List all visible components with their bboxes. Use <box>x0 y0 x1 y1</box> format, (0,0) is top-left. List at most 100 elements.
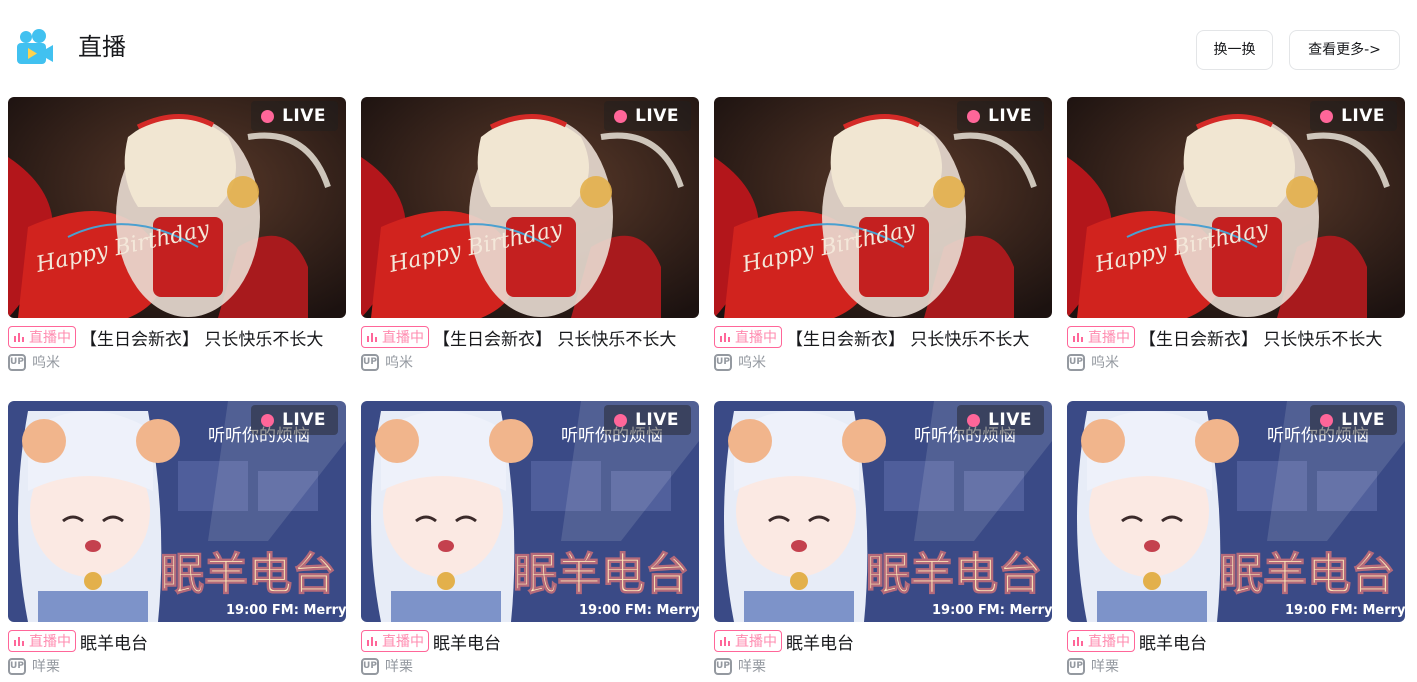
uploader-name[interactable]: 呜米 <box>1091 352 1119 372</box>
live-card[interactable]: Happy Birthday LIVE 直播中 【生日会新衣】 只长快乐不长大 UP 呜… <box>361 97 699 371</box>
view-more-button[interactable]: 查看更多-> <box>1289 30 1400 70</box>
up-icon: UP <box>361 353 379 371</box>
uploader-row: UP 呜米 <box>361 352 699 372</box>
uploader-name[interactable]: 咩栗 <box>738 656 766 676</box>
live-status-badge: 直播中 <box>361 326 429 348</box>
live-tag-label: LIVE <box>282 410 326 430</box>
live-section-header: 直播 换一换 查看更多-> <box>0 0 1417 98</box>
live-thumbnail[interactable]: Happy Birthday LIVE <box>361 97 699 318</box>
uploader-name[interactable]: 咩栗 <box>32 656 60 676</box>
uploader-row: UP 咩栗 <box>361 656 699 676</box>
live-tag-label: LIVE <box>988 410 1032 430</box>
live-status-badge: 直播中 <box>1067 630 1135 652</box>
card-title-row: 直播中 眠羊电台 <box>361 629 699 654</box>
live-card[interactable]: Happy Birthday LIVE 直播中 【生日会新衣】 只长快乐不长大 UP 呜… <box>8 97 346 371</box>
live-title[interactable]: 【生日会新衣】 只长快乐不长大 <box>1139 325 1382 350</box>
live-card[interactable]: 听听你的烦恼 眠羊电台 19:00 FM: Merry LIVE 直播中 眠羊电台 U… <box>714 401 1052 675</box>
svg-text:眠羊电台: 眠羊电台 <box>866 549 1042 600</box>
live-bars-icon <box>367 333 377 342</box>
camera-video-icon <box>17 29 53 64</box>
live-status-label: 直播中 <box>29 634 71 650</box>
live-card[interactable]: Happy Birthday LIVE 直播中 【生日会新衣】 只长快乐不长大 UP 呜… <box>714 97 1052 371</box>
live-tag-label: LIVE <box>282 106 326 126</box>
svg-text:眠羊电台: 眠羊电台 <box>513 549 689 600</box>
up-icon: UP <box>361 657 379 675</box>
live-tag: LIVE <box>604 101 691 131</box>
svg-text:19:00 FM: Merry: 19:00 FM: Merry <box>1285 603 1405 618</box>
live-title[interactable]: 眠羊电台 <box>433 629 501 654</box>
card-title-row: 直播中 【生日会新衣】 只长快乐不长大 <box>361 325 699 350</box>
live-status-label: 直播中 <box>735 330 777 346</box>
svg-text:19:00 FM: Merry: 19:00 FM: Merry <box>932 603 1052 618</box>
card-title-row: 直播中 【生日会新衣】 只长快乐不长大 <box>1067 325 1405 350</box>
live-status-label: 直播中 <box>382 330 424 346</box>
live-title[interactable]: 【生日会新衣】 只长快乐不长大 <box>80 325 323 350</box>
live-dot-icon <box>967 109 981 123</box>
live-card[interactable]: 听听你的烦恼 眠羊电台 19:00 FM: Merry LIVE 直播中 眠羊电台 U… <box>8 401 346 675</box>
live-thumbnail[interactable]: 听听你的烦恼 眠羊电台 19:00 FM: Merry LIVE <box>1067 401 1405 622</box>
live-dot-icon <box>1320 109 1334 123</box>
live-dot-icon <box>261 413 275 427</box>
live-bars-icon <box>14 637 24 646</box>
live-bars-icon <box>720 637 730 646</box>
live-title[interactable]: 【生日会新衣】 只长快乐不长大 <box>786 325 1029 350</box>
live-dot-icon <box>1320 413 1334 427</box>
live-title[interactable]: 眠羊电台 <box>786 629 854 654</box>
live-title[interactable]: 眠羊电台 <box>80 629 148 654</box>
live-status-label: 直播中 <box>1088 634 1130 650</box>
live-thumbnail[interactable]: Happy Birthday LIVE <box>8 97 346 318</box>
live-title[interactable]: 【生日会新衣】 只长快乐不长大 <box>433 325 676 350</box>
refresh-button[interactable]: 换一换 <box>1196 30 1273 70</box>
uploader-name[interactable]: 呜米 <box>32 352 60 372</box>
live-status-badge: 直播中 <box>714 630 782 652</box>
live-tag: LIVE <box>604 405 691 435</box>
live-bars-icon <box>720 333 730 342</box>
uploader-row: UP 咩栗 <box>1067 656 1405 676</box>
uploader-row: UP 呜米 <box>8 352 346 372</box>
live-dot-icon <box>261 109 275 123</box>
card-title-row: 直播中 眠羊电台 <box>714 629 1052 654</box>
svg-text:眠羊电台: 眠羊电台 <box>1219 549 1395 600</box>
live-title[interactable]: 眠羊电台 <box>1139 629 1207 654</box>
card-title-row: 直播中 眠羊电台 <box>8 629 346 654</box>
live-card[interactable]: 听听你的烦恼 眠羊电台 19:00 FM: Merry LIVE 直播中 眠羊电台 U… <box>361 401 699 675</box>
card-title-row: 直播中 【生日会新衣】 只长快乐不长大 <box>8 325 346 350</box>
up-icon: UP <box>1067 353 1085 371</box>
live-status-label: 直播中 <box>29 330 71 346</box>
live-card[interactable]: 听听你的烦恼 眠羊电台 19:00 FM: Merry LIVE 直播中 眠羊电台 U… <box>1067 401 1405 675</box>
live-tag-label: LIVE <box>635 410 679 430</box>
live-thumbnail[interactable]: 听听你的烦恼 眠羊电台 19:00 FM: Merry LIVE <box>8 401 346 622</box>
live-tag-label: LIVE <box>635 106 679 126</box>
live-thumbnail[interactable]: 听听你的烦恼 眠羊电台 19:00 FM: Merry LIVE <box>361 401 699 622</box>
uploader-name[interactable]: 咩栗 <box>1091 656 1119 676</box>
uploader-name[interactable]: 呜米 <box>738 352 766 372</box>
live-status-label: 直播中 <box>1088 330 1130 346</box>
uploader-row: UP 呜米 <box>1067 352 1405 372</box>
up-icon: UP <box>714 657 732 675</box>
live-tag: LIVE <box>251 101 338 131</box>
live-bars-icon <box>367 637 377 646</box>
live-dot-icon <box>967 413 981 427</box>
live-status-label: 直播中 <box>735 634 777 650</box>
svg-text:19:00 FM: Merry: 19:00 FM: Merry <box>579 603 699 618</box>
card-title-row: 直播中 眠羊电台 <box>1067 629 1405 654</box>
live-thumbnail[interactable]: Happy Birthday LIVE <box>714 97 1052 318</box>
uploader-row: UP 咩栗 <box>8 656 346 676</box>
live-tag-label: LIVE <box>1341 106 1385 126</box>
up-icon: UP <box>8 657 26 675</box>
live-dot-icon <box>614 109 628 123</box>
live-status-label: 直播中 <box>382 634 424 650</box>
live-thumbnail[interactable]: Happy Birthday LIVE <box>1067 97 1405 318</box>
live-dot-icon <box>614 413 628 427</box>
svg-text:19:00 FM: Merry: 19:00 FM: Merry <box>226 603 346 618</box>
live-thumbnail[interactable]: 听听你的烦恼 眠羊电台 19:00 FM: Merry LIVE <box>714 401 1052 622</box>
live-tag: LIVE <box>1310 405 1397 435</box>
live-card[interactable]: Happy Birthday LIVE 直播中 【生日会新衣】 只长快乐不长大 UP 呜… <box>1067 97 1405 371</box>
live-tag: LIVE <box>957 101 1044 131</box>
live-tag: LIVE <box>251 405 338 435</box>
uploader-name[interactable]: 呜米 <box>385 352 413 372</box>
up-icon: UP <box>714 353 732 371</box>
uploader-name[interactable]: 咩栗 <box>385 656 413 676</box>
live-status-badge: 直播中 <box>361 630 429 652</box>
live-tag-label: LIVE <box>1341 410 1385 430</box>
